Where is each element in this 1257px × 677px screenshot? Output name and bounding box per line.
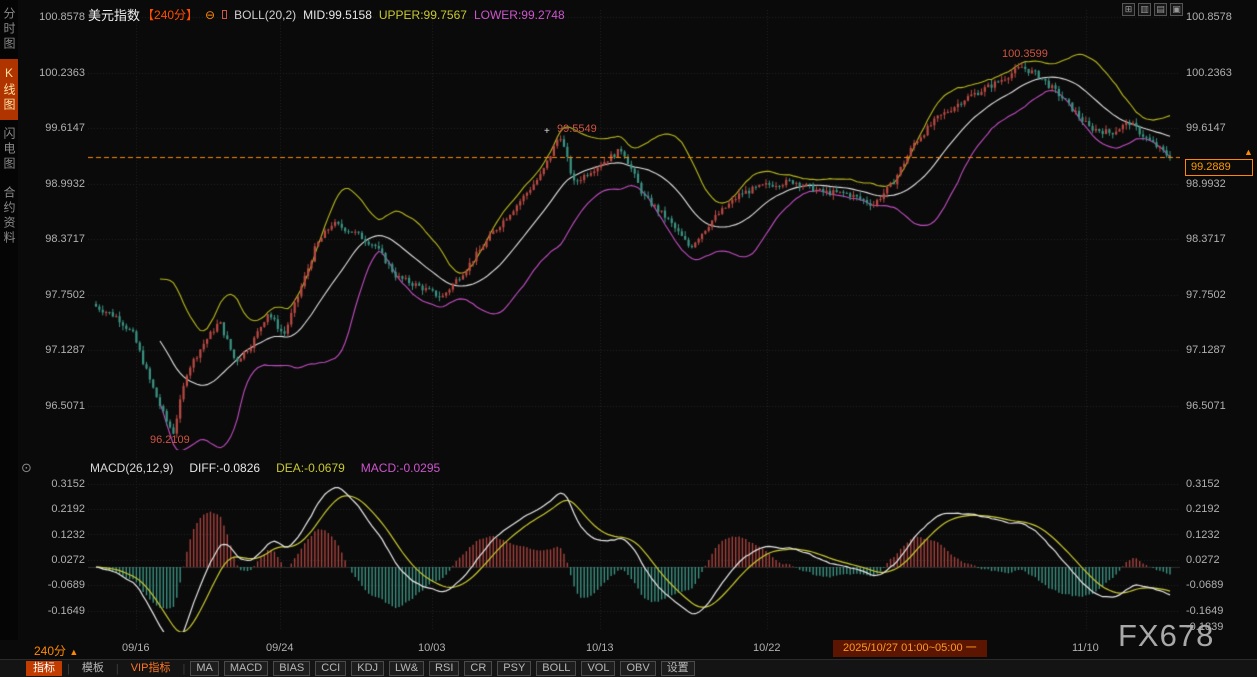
toolbar-separator: | — [182, 662, 186, 675]
layout-split-h-icon[interactable]: ▥ — [1138, 3, 1151, 16]
tab-vip-indicators[interactable]: VIP指标 — [124, 661, 178, 676]
collapse-indicator-icon[interactable]: ⊖ — [205, 8, 215, 22]
time-axis: 240分 ▲ 09/16 09/24 10/03 10/13 10/22 11/… — [0, 639, 1257, 658]
chart-header: 美元指数 【240分】 ⊖ BOLL(20,2) MID:99.5158 UPPE… — [88, 5, 565, 24]
settings-button[interactable]: 设置 — [660, 661, 695, 676]
macd-macd-value: MACD:-0.0295 — [360, 461, 441, 475]
sidebar-item-flash-chart[interactable]: 闪电图 — [0, 120, 18, 179]
price-axis-label: 97.7502 — [45, 289, 85, 301]
price-axis-label: 99.6147 — [1186, 122, 1226, 134]
layout-grid-icon[interactable]: ⊞ — [1122, 3, 1135, 16]
time-axis-label: 10/22 — [753, 642, 781, 654]
price-axis-label: 97.1287 — [1186, 344, 1226, 356]
indicator-button-obv[interactable]: OBV — [620, 661, 656, 676]
price-axis-label: 96.5071 — [45, 400, 85, 412]
boll-mid-value: MID:99.5158 — [303, 7, 372, 22]
time-axis-label: 11/10 — [1072, 642, 1099, 654]
highlighted-session-label: 2025/10/27 01:00~05:00 一 — [833, 640, 987, 657]
sidebar-item-contract-info[interactable]: 合约资料 — [0, 179, 18, 253]
indicator-button-rsi[interactable]: RSI — [429, 661, 460, 676]
price-axis-label: 97.1287 — [45, 344, 85, 356]
period-label: 【240分】 — [142, 8, 199, 22]
left-sidebar: 分时图 K线图 闪电图 合约资料 — [0, 0, 18, 640]
trading-app-window: 分时图 K线图 闪电图 合约资料 美元指数 【240分】 ⊖ BOLL(20,2)… — [0, 0, 1257, 677]
price-axis-label: 98.9932 — [45, 178, 85, 190]
macd-axis-label: 0.0272 — [1186, 554, 1220, 566]
indicator-settings-icon[interactable]: ⊙ — [21, 460, 32, 476]
toolbar-separator: | — [115, 662, 119, 675]
indicator-button-lwr[interactable]: LW& — [389, 661, 425, 676]
period-dropdown-arrow-icon: ▲ — [69, 647, 79, 657]
macd-axis-label: 0.3152 — [1186, 478, 1220, 490]
boll-lower-value: LOWER:99.2748 — [473, 7, 565, 22]
time-axis-label: 10/13 — [586, 642, 614, 654]
toolbar-separator: | — [67, 662, 70, 675]
time-axis-label: 10/03 — [418, 642, 446, 654]
price-axis-label: 100.8578 — [1186, 11, 1232, 23]
price-axis-label: 100.2363 — [39, 67, 85, 79]
sidebar-item-time-chart[interactable]: 分时图 — [0, 0, 18, 59]
indicator-button-psy[interactable]: PSY — [497, 661, 532, 676]
price-axis-label: 99.6147 — [45, 122, 85, 134]
time-axis-label: 09/16 — [122, 642, 150, 654]
candle-icon — [222, 10, 228, 19]
layout-single-icon[interactable]: ▣ — [1170, 3, 1183, 16]
macd-axis-label: 0.0272 — [51, 554, 85, 566]
last-price-box: 99.2889 — [1185, 159, 1253, 176]
time-axis-label: 09/24 — [266, 642, 294, 654]
swing-high-cross-marker: + — [544, 126, 550, 137]
fx678-watermark: FX678 — [1118, 618, 1215, 653]
indicator-button-cci[interactable]: CCI — [315, 661, 347, 676]
macd-axis-label: 0.3152 — [51, 478, 85, 490]
price-axis-label: 96.5071 — [1186, 400, 1226, 412]
indicator-button-cr[interactable]: CR — [464, 661, 493, 676]
indicator-button-kdj[interactable]: KDJ — [351, 661, 385, 676]
chart-layout-controls: ⊞ ▥ ▤ ▣ — [1122, 3, 1183, 16]
price-axis-label: 100.2363 — [1186, 67, 1232, 79]
indicator-button-macd[interactable]: MACD — [223, 661, 269, 676]
macd-axis-label: 0.1232 — [1186, 529, 1220, 541]
macd-axis-label: 0.2192 — [1186, 503, 1220, 515]
indicator-button-bias[interactable]: BIAS — [273, 661, 311, 676]
macd-axis-label: -0.0689 — [47, 579, 85, 591]
tab-indicators[interactable]: 指标 — [26, 661, 62, 676]
indicator-toolbar: 指标 | 模板 | VIP指标 | MA MACD BIAS CCI KDJ L… — [0, 659, 1257, 677]
latest-price-arrow-icon[interactable]: ▲ — [1244, 147, 1253, 157]
indicator-button-vol[interactable]: VOL — [581, 661, 616, 676]
layout-split-v-icon[interactable]: ▤ — [1154, 3, 1167, 16]
macd-dea-value: DEA:-0.0679 — [276, 461, 345, 475]
tab-templates[interactable]: 模板 — [75, 661, 111, 676]
macd-axis-label: -0.1649 — [1186, 605, 1224, 617]
price-axis-label: 100.8578 — [39, 11, 85, 23]
period-selector[interactable]: 240分 ▲ — [34, 642, 78, 659]
low-annotation: 96.2109 — [150, 434, 190, 446]
macd-axis-label: 0.2192 — [51, 503, 85, 515]
macd-header: MACD(26,12,9) DIFF:-0.0826 DEA:-0.0679 M… — [90, 461, 440, 475]
kline-macd-chart-canvas[interactable] — [88, 10, 1180, 635]
indicator-button-boll[interactable]: BOLL — [536, 661, 577, 676]
macd-axis-label: -0.1649 — [47, 605, 85, 617]
boll-upper-value: UPPER:99.7567 — [378, 7, 467, 22]
boll-indicator-label: BOLL(20,2) — [234, 7, 297, 22]
macd-axis-label: 0.1232 — [51, 529, 85, 541]
indicator-button-ma[interactable]: MA — [190, 661, 219, 676]
macd-title: MACD(26,12,9) — [90, 461, 174, 475]
price-axis-label: 98.9932 — [1186, 178, 1226, 190]
swing-high-annotation: 99.5549 — [557, 123, 597, 135]
macd-diff-value: DIFF:-0.0826 — [189, 461, 261, 475]
price-axis-label: 97.7502 — [1186, 289, 1226, 301]
symbol-name: 美元指数 — [88, 8, 141, 23]
price-axis-label: 98.3717 — [45, 233, 85, 245]
sidebar-item-kline-chart[interactable]: K线图 — [0, 59, 18, 120]
peak-high-annotation: 100.3599 — [1002, 48, 1048, 60]
price-axis-label: 98.3717 — [1186, 233, 1226, 245]
macd-axis-label: -0.0689 — [1186, 579, 1224, 591]
